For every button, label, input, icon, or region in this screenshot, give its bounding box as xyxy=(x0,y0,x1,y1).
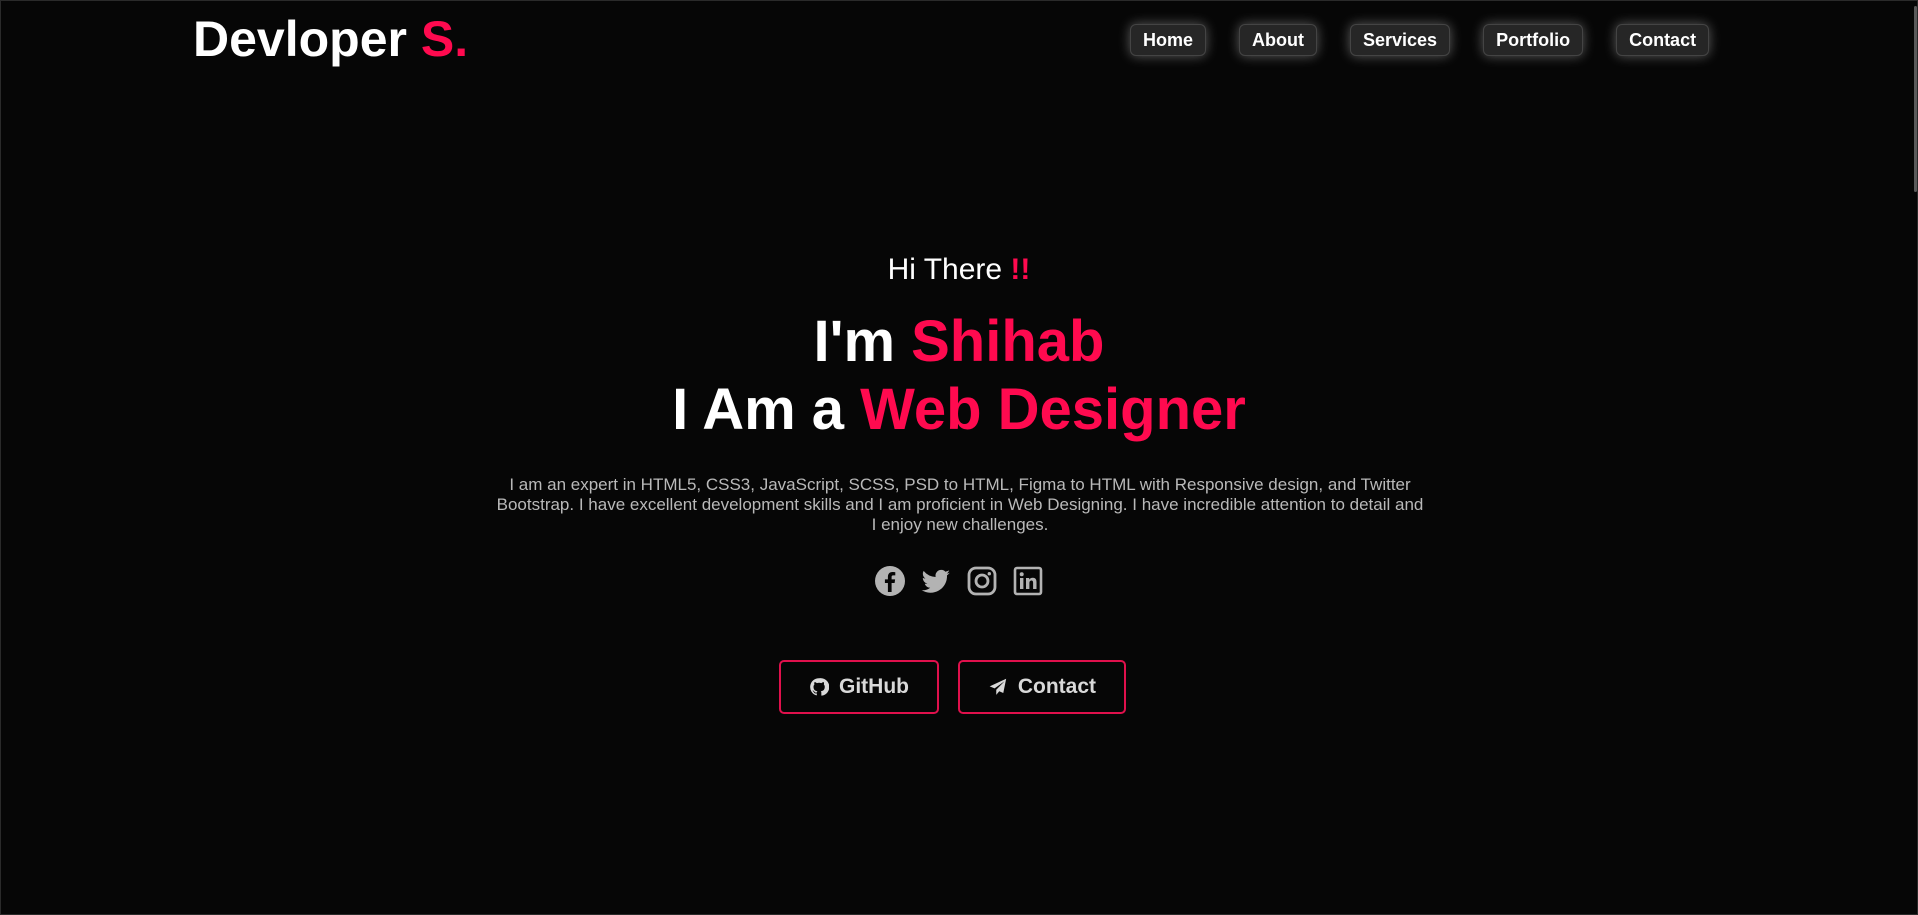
title-line1-name: Shihab xyxy=(911,309,1105,374)
scrollbar[interactable] xyxy=(1912,0,1918,915)
github-label: GitHub xyxy=(839,675,909,698)
nav-home[interactable]: Home xyxy=(1130,24,1207,56)
twitter-icon[interactable] xyxy=(920,565,952,597)
page-frame xyxy=(0,0,1918,915)
logo-accent: S. xyxy=(420,11,469,67)
nav-services[interactable]: Services xyxy=(1350,24,1451,56)
paper-plane-icon xyxy=(989,678,1007,695)
instagram-icon[interactable] xyxy=(966,565,998,597)
hero-title-line2: I Am a Web Designer xyxy=(0,376,1918,444)
title-line2-role: Web Designer xyxy=(860,377,1246,442)
title-line1-prefix: I'm xyxy=(813,309,912,374)
site-logo[interactable]: Devloper S. xyxy=(193,10,468,68)
facebook-icon[interactable] xyxy=(874,565,906,597)
greeting-text: Hi There xyxy=(887,253,1011,286)
github-icon xyxy=(810,678,830,696)
greeting-accent: !! xyxy=(1010,253,1031,286)
github-button[interactable]: GitHub xyxy=(779,660,939,714)
main-nav: Home About Services Portfolio Contact xyxy=(1130,24,1710,56)
nav-contact[interactable]: Contact xyxy=(1616,24,1710,56)
hero-title-line1: I'm Shihab xyxy=(0,308,1918,376)
social-links xyxy=(0,565,1918,597)
contact-button[interactable]: Contact xyxy=(958,660,1126,714)
hero-greeting: Hi There !! xyxy=(0,250,1918,290)
title-line2-prefix: I Am a xyxy=(672,377,861,442)
scrollbar-thumb[interactable] xyxy=(1914,6,1917,192)
nav-portfolio[interactable]: Portfolio xyxy=(1483,24,1584,56)
contact-label: Contact xyxy=(1017,675,1096,698)
linkedin-icon[interactable] xyxy=(1012,565,1044,597)
logo-text: Devloper xyxy=(193,11,421,67)
hero-actions: GitHub Contact xyxy=(779,660,1126,714)
hero-description: I am an expert in HTML5, CSS3, JavaScrip… xyxy=(496,475,1424,534)
nav-about[interactable]: About xyxy=(1239,24,1317,56)
